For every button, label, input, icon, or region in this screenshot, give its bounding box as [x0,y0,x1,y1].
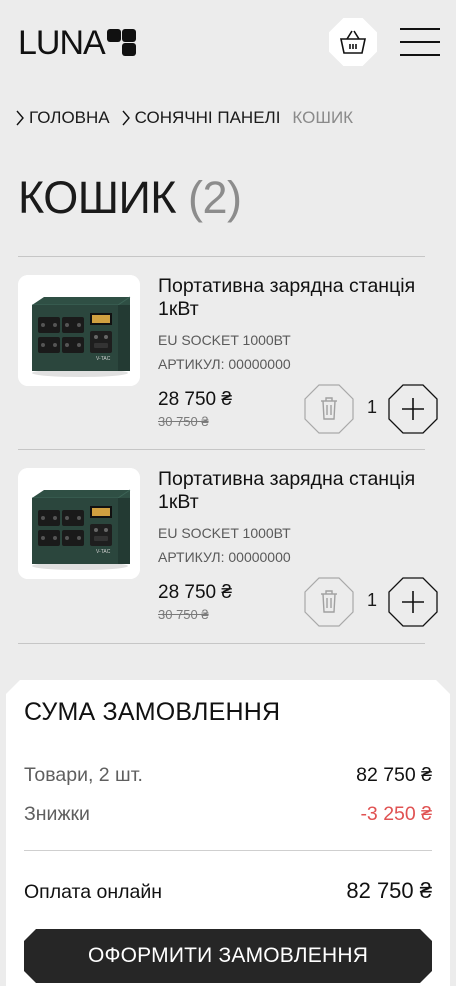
chevron-right-icon [122,110,130,126]
hamburger-menu-icon [400,28,440,31]
breadcrumb: ГОЛОВНА СОНЯЧНІ ПАНЕЛІ КОШИК [16,108,353,128]
product-thumbnail[interactable]: V-TAC [18,275,140,386]
cart-button[interactable] [329,18,377,66]
quantity-value: 1 [367,590,378,610]
total-label: Оплата онлайн [24,881,162,903]
product-socket: EU SOCKET 1000ВТ [158,525,291,541]
total-row: Оплата онлайн 82 750 ₴ [24,878,432,904]
cart-item: V-TAC Портативна зарядна станція 1кВт EU… [18,256,438,434]
discount-value: -3 250 ₴ [360,803,432,825]
increase-quantity-button[interactable] [388,384,438,434]
product-price: 28 750 ₴ [158,582,232,603]
product-sku: АРТИКУЛ: 00000000 [158,356,291,372]
product-thumbnail[interactable]: V-TAC [18,468,140,579]
summary-divider [24,850,432,851]
quantity-value: 1 [367,397,378,417]
cart-item: V-TAC Портативна зарядна станція 1кВт EU… [18,449,438,627]
plus-icon [402,398,424,420]
goods-value: 82 750 ₴ [356,764,432,786]
order-summary: СУМА ЗАМОВЛЕННЯ Товари, 2 шт. 82 750 ₴ З… [6,680,450,986]
product-socket: EU SOCKET 1000ВТ [158,332,291,348]
menu-button[interactable] [400,28,440,56]
breadcrumb-home[interactable]: ГОЛОВНА [16,108,110,128]
product-name[interactable]: Портативна зарядна станція 1кВт [158,275,438,320]
summary-title: СУМА ЗАМОВЛЕННЯ [24,698,281,726]
plus-icon [402,591,424,613]
product-image: V-TAC [18,275,140,386]
product-old-price: 30 750 ₴ [158,414,209,429]
basket-icon [340,30,366,54]
trash-icon [321,590,337,613]
discount-label: Знижки [24,803,90,825]
item-count: (2) [188,172,242,223]
header: LUNA [0,0,456,85]
increase-quantity-button[interactable] [388,577,438,627]
total-value: 82 750 ₴ [346,878,432,903]
page-title: КОШИК (2) [18,172,242,223]
divider [18,643,425,644]
breadcrumb-solar-panels[interactable]: СОНЯЧНІ ПАНЕЛІ [122,108,280,128]
product-sku: АРТИКУЛ: 00000000 [158,549,291,565]
remove-item-button[interactable] [304,577,354,627]
goods-label: Товари, 2 шт. [24,764,143,786]
product-old-price: 30 750 ₴ [158,607,209,622]
goods-row: Товари, 2 шт. 82 750 ₴ [24,764,432,787]
product-badge: V-TAC [96,356,111,362]
product-badge: V-TAC [96,549,111,555]
logo-text: LUNA [18,24,106,62]
chevron-right-icon [16,110,24,126]
trash-icon [321,397,337,420]
logo-mark-icon [106,29,137,57]
product-image: V-TAC [18,468,140,579]
breadcrumb-cart: КОШИК [292,108,354,127]
checkout-button[interactable]: ОФОРМИТИ ЗАМОВЛЕННЯ [24,929,432,983]
remove-item-button[interactable] [304,384,354,434]
product-name[interactable]: Портативна зарядна станція 1кВт [158,468,438,513]
discount-row: Знижки -3 250 ₴ [24,803,432,826]
product-price: 28 750 ₴ [158,389,232,410]
logo[interactable]: LUNA [18,26,137,60]
